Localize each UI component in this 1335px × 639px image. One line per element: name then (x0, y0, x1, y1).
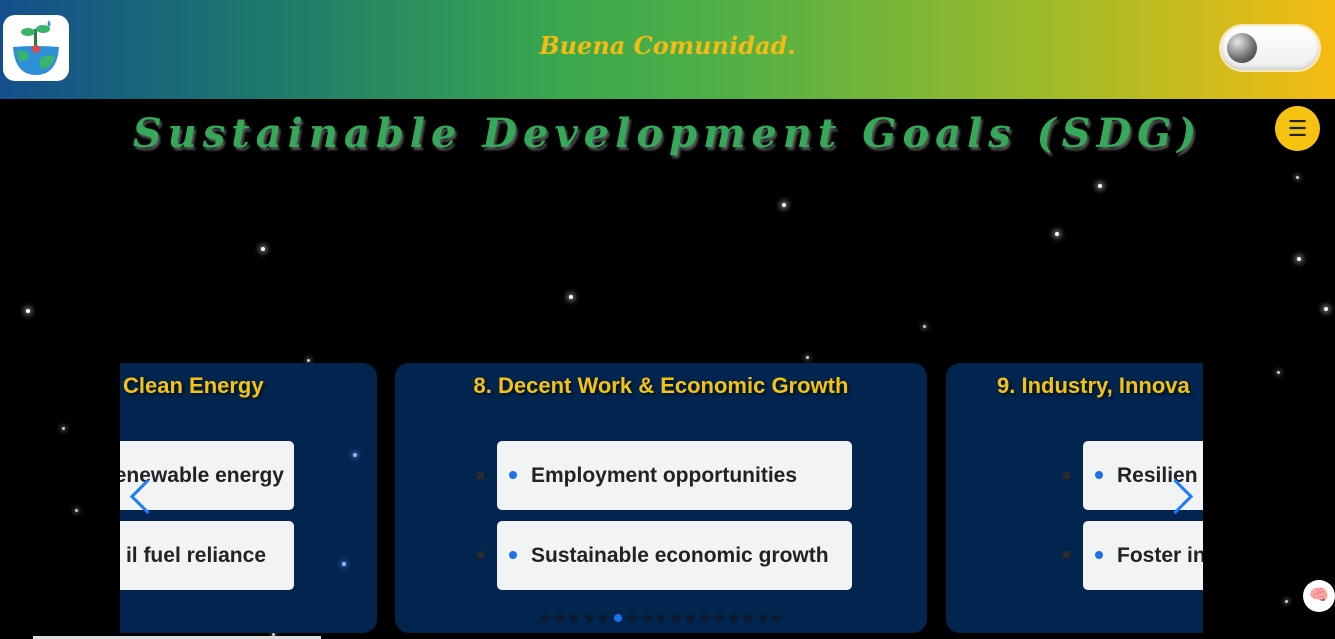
card-list-item-label: Foster in (1117, 544, 1203, 567)
card-list-item: il fuel reliance (120, 521, 294, 590)
star-decoration (1285, 600, 1288, 603)
card-list-item: Sustainable economic growth (497, 521, 852, 590)
star-decoration (75, 509, 78, 512)
sdg-carousel[interactable]: Clean Energy enewable energy il fuel rel… (120, 363, 1203, 639)
card-title: Clean Energy (123, 373, 264, 398)
star-decoration (353, 453, 357, 457)
bullet-dot (1095, 471, 1103, 480)
bullet-dot (1095, 551, 1103, 560)
pagination-dot[interactable] (541, 614, 549, 622)
pagination-dot[interactable] (744, 614, 752, 622)
card-list-item-label: Sustainable economic growth (531, 544, 829, 567)
pagination-dot[interactable] (686, 614, 694, 622)
card-title: 9. Industry, Innova (997, 373, 1190, 398)
card-title: 8. Decent Work & Economic Growth (473, 373, 849, 398)
star-decoration (1324, 307, 1328, 311)
toggle-knob (1227, 33, 1257, 63)
sdg-card: 8. Decent Work & Economic Growth Employm… (395, 363, 927, 633)
bullet-dot (509, 551, 517, 560)
list-marker (477, 472, 484, 479)
pagination-dot[interactable] (729, 614, 738, 622)
star-decoration (1098, 184, 1102, 188)
pagination-dot[interactable] (700, 614, 709, 622)
star-decoration (1296, 176, 1299, 179)
pagination-dot[interactable] (584, 614, 593, 622)
star-decoration (26, 309, 30, 313)
list-marker (1063, 551, 1070, 558)
star-decoration (806, 356, 809, 359)
list-marker (477, 551, 484, 558)
star-decoration (62, 427, 65, 430)
menu-button[interactable]: ☰ (1275, 106, 1320, 151)
page-title: Sustainable Development Goals (SDG) (132, 110, 1203, 157)
star-decoration (342, 562, 346, 566)
bullet-dot (509, 471, 517, 480)
pagination-dot[interactable] (555, 614, 564, 622)
top-header-bar: Buena Comunidad. (0, 0, 1335, 99)
star-decoration (1055, 232, 1059, 236)
pagination-dot[interactable] (628, 614, 636, 622)
star-decoration (1297, 257, 1301, 261)
pagination-dot[interactable] (570, 614, 578, 622)
star-decoration (307, 359, 310, 362)
star-decoration (569, 295, 573, 299)
pagination-dot[interactable] (671, 614, 680, 622)
card-list-item: Employment opportunities (497, 441, 852, 510)
theme-toggle[interactable] (1221, 26, 1319, 70)
brain-icon[interactable]: 🧠 (1303, 580, 1335, 612)
brand-name: Buena Comunidad. (539, 31, 796, 60)
star-decoration (782, 203, 786, 207)
star-decoration (261, 247, 265, 251)
card-list-item-label: il fuel reliance (125, 544, 266, 567)
star-decoration (923, 325, 926, 328)
pagination-dot[interactable] (642, 614, 651, 622)
pagination-dot[interactable] (773, 614, 781, 622)
pagination-dot[interactable] (715, 614, 723, 622)
list-marker (1063, 472, 1070, 479)
pagination-dot[interactable] (758, 614, 767, 622)
pagination-dot[interactable] (613, 614, 622, 622)
card-list-item-label: Employment opportunities (531, 464, 798, 487)
star-decoration (1277, 371, 1280, 374)
pagination-dot[interactable] (657, 614, 665, 622)
card-list-item-label: Resilien (1117, 464, 1198, 487)
pagination-dot[interactable] (599, 614, 607, 622)
card-list-item: Foster in (1083, 521, 1203, 590)
